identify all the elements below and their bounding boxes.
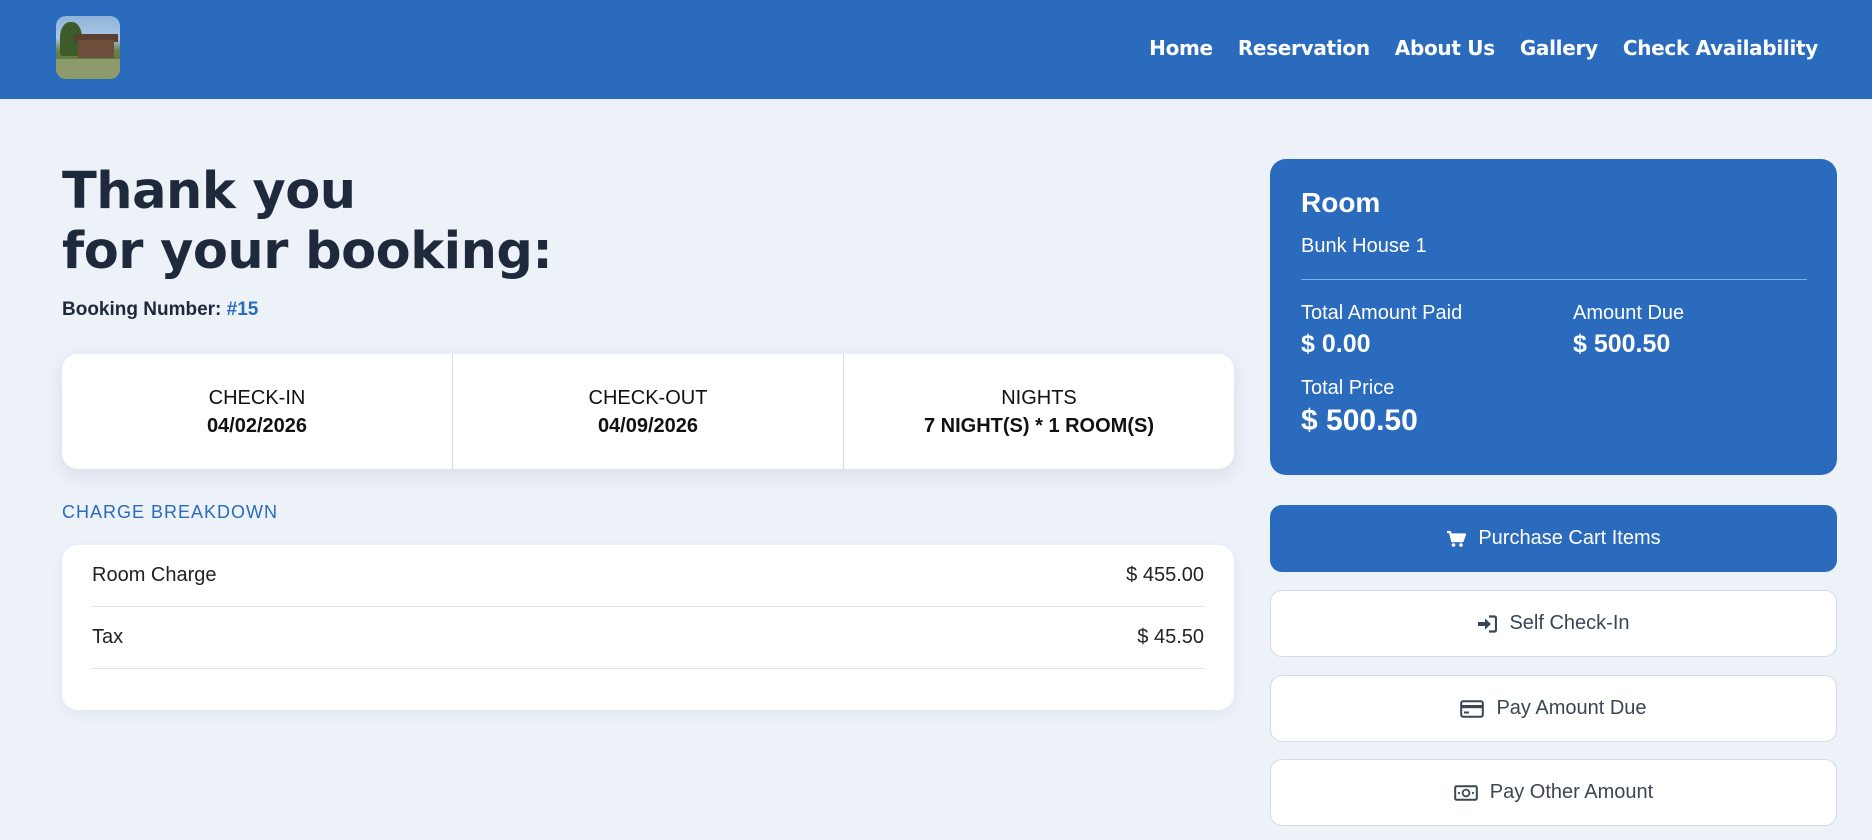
- checkin-value: 04/02/2026: [206, 414, 308, 437]
- charge-label: Room Charge: [92, 564, 217, 586]
- checkout-value: 04/09/2026: [597, 414, 699, 437]
- page-title-line2: for your booking:: [62, 222, 553, 281]
- booking-number-label: Booking Number:: [62, 299, 222, 320]
- charges-card: Room Charge $ 455.00 Tax $ 45.50: [62, 545, 1234, 710]
- checkout-column: CHECK-OUT 04/09/2026: [453, 354, 844, 469]
- self-checkin-button[interactable]: Self Check-In: [1270, 590, 1837, 657]
- sign-in-icon: [1477, 614, 1498, 633]
- nav-home-link[interactable]: Home: [1149, 36, 1213, 60]
- top-navbar: Home Reservation About Us Gallery Check …: [0, 0, 1872, 99]
- checkout-label: CHECK-OUT: [588, 386, 708, 409]
- cart-icon: [1446, 530, 1467, 548]
- nav-about-link[interactable]: About Us: [1395, 36, 1495, 60]
- site-logo[interactable]: [56, 16, 120, 79]
- checkin-label: CHECK-IN: [208, 386, 306, 409]
- amount-due-value: $ 500.50: [1573, 330, 1671, 358]
- nav-gallery-link[interactable]: Gallery: [1520, 36, 1598, 60]
- total-paid-value: $ 0.00: [1301, 330, 1371, 358]
- total-price-label: Total Price: [1301, 377, 1395, 399]
- credit-card-icon: [1460, 699, 1485, 718]
- charge-label: Tax: [92, 626, 124, 648]
- purchase-cart-label: Purchase Cart Items: [1478, 527, 1661, 549]
- money-bill-icon: [1453, 784, 1478, 801]
- charge-amount: $ 455.00: [1126, 564, 1204, 586]
- booking-summary-card: Room Bunk House 1 Total Amount Paid $ 0.…: [1270, 159, 1837, 475]
- nights-label: NIGHTS: [1001, 386, 1077, 409]
- room-name: Bunk House 1: [1301, 235, 1427, 257]
- main-nav: Home Reservation About Us Gallery Check …: [1149, 36, 1818, 60]
- pay-amount-due-label: Pay Amount Due: [1496, 697, 1647, 719]
- stay-details-card: CHECK-IN 04/02/2026 CHECK-OUT 04/09/2026…: [62, 354, 1234, 469]
- booking-number: Booking Number: #15: [62, 299, 258, 321]
- self-checkin-label: Self Check-In: [1509, 612, 1630, 634]
- summary-divider: [1301, 279, 1807, 280]
- charge-row: Tax $ 45.50: [92, 607, 1204, 669]
- amount-due-label: Amount Due: [1573, 302, 1685, 324]
- charge-row: Room Charge $ 455.00: [92, 545, 1204, 607]
- pay-other-amount-label: Pay Other Amount: [1489, 781, 1654, 803]
- checkin-column: CHECK-IN 04/02/2026: [62, 354, 453, 469]
- nights-column: NIGHTS 7 NIGHT(S) * 1 ROOM(S): [844, 354, 1234, 469]
- pay-other-amount-button[interactable]: Pay Other Amount: [1270, 759, 1837, 826]
- charge-amount: $ 45.50: [1137, 626, 1204, 648]
- room-heading: Room: [1301, 187, 1381, 218]
- purchase-cart-button[interactable]: Purchase Cart Items: [1270, 505, 1837, 572]
- nav-reservation-link[interactable]: Reservation: [1238, 36, 1370, 60]
- total-paid-label: Total Amount Paid: [1301, 302, 1463, 324]
- charge-breakdown-heading: CHARGE BREAKDOWN: [62, 502, 279, 522]
- booking-number-value: #15: [226, 299, 259, 320]
- logo-grass-graphic: [56, 59, 120, 79]
- page-title: Thank you for your booking:: [62, 162, 553, 282]
- total-price-value: $ 500.50: [1301, 404, 1418, 437]
- nav-check-availability-link[interactable]: Check Availability: [1623, 36, 1818, 60]
- pay-amount-due-button[interactable]: Pay Amount Due: [1270, 675, 1837, 742]
- page-title-line1: Thank you: [62, 162, 356, 221]
- nights-value: 7 NIGHT(S) * 1 ROOM(S): [923, 414, 1154, 437]
- logo-house-graphic: [78, 40, 114, 58]
